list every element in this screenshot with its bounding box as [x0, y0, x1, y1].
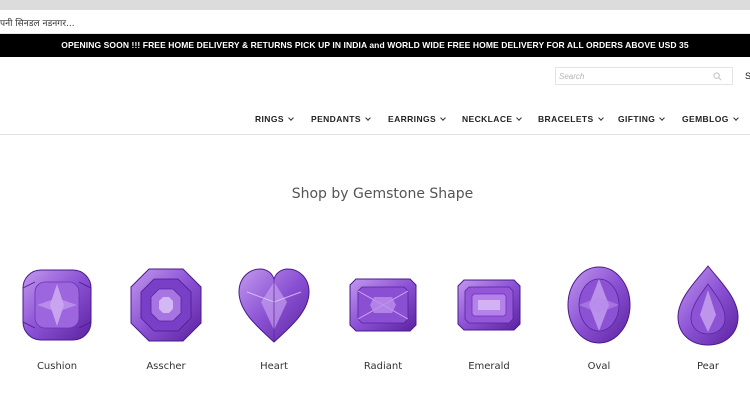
emerald-gem-icon — [457, 279, 521, 331]
search-button[interactable] — [706, 68, 728, 84]
pear-gem-icon — [677, 265, 739, 346]
shape-label: Oval — [587, 361, 611, 372]
chevron-down-icon — [597, 114, 604, 121]
main-nav: RINGS PENDANTS EARRINGS NECKLACE BRACELE… — [0, 112, 750, 126]
nav-item-pendants[interactable]: PENDANTS — [311, 112, 371, 126]
shape-item-emerald[interactable]: Emerald — [444, 262, 534, 372]
nav-item-label: RINGS — [255, 114, 284, 124]
shape-item-pear[interactable]: Pear — [663, 262, 750, 372]
promo-text: OPENING SOON !!! FREE HOME DELIVERY & RE… — [61, 40, 689, 50]
chevron-down-icon — [440, 114, 446, 121]
shape-label: Pear — [696, 361, 720, 372]
oval-gem-icon — [567, 266, 631, 344]
site-header: S RINGS PENDANTS EARRINGS NECKLACE BRACE… — [0, 57, 750, 135]
chevron-down-icon — [365, 114, 371, 121]
nav-item-label: NECKLACE — [462, 114, 513, 124]
shape-label: Heart — [260, 361, 288, 372]
nav-item-label: PENDANTS — [311, 114, 361, 124]
search-icon — [712, 71, 721, 80]
nav-item-label: EARRINGS — [388, 114, 437, 124]
shape-item-radiant[interactable]: Radiant — [338, 262, 428, 372]
chevron-down-icon — [659, 114, 666, 121]
nav-item-label: GIFTING — [618, 114, 656, 124]
nav-item-necklace[interactable]: NECKLACE — [462, 112, 523, 126]
shape-label: Asscher — [146, 361, 186, 372]
browser-top-strip — [0, 0, 750, 10]
shape-item-cushion[interactable]: Cushion — [12, 262, 102, 372]
shape-item-oval[interactable]: Oval — [554, 262, 644, 372]
nav-item-earrings[interactable]: EARRINGS — [388, 112, 446, 126]
shape-label: Cushion — [36, 361, 78, 372]
header-cut-link[interactable]: S — [745, 71, 750, 81]
notice-text: पनी सिनडल नडनगर... — [0, 19, 75, 29]
shape-label: Emerald — [468, 361, 510, 372]
radiant-gem-icon — [349, 278, 417, 332]
nav-item-label: BRACELETS — [538, 114, 594, 124]
heart-gem-icon — [238, 268, 310, 343]
section-title: Shop by Gemstone Shape — [291, 186, 474, 202]
cushion-gem-icon — [22, 269, 92, 341]
asscher-gem-icon — [130, 268, 202, 342]
notice-bar: पनी सिनडल नडनगर... — [0, 10, 750, 34]
nav-item-label: GEMBLOG — [682, 114, 729, 124]
chevron-down-icon — [732, 114, 739, 121]
promo-bar: OPENING SOON !!! FREE HOME DELIVERY & RE… — [0, 34, 750, 57]
chevron-down-icon — [288, 114, 294, 121]
search-input[interactable] — [559, 70, 709, 83]
nav-item-gemblog[interactable]: GEMBLOG — [682, 112, 739, 126]
chevron-down-icon — [516, 114, 523, 121]
shape-item-asscher[interactable]: Asscher — [121, 262, 211, 372]
nav-item-gifting[interactable]: GIFTING — [618, 112, 666, 126]
shape-item-heart[interactable]: Heart — [229, 262, 319, 372]
nav-item-bracelets[interactable]: BRACELETS — [538, 112, 604, 126]
shape-label: Radiant — [363, 361, 403, 372]
nav-item-rings[interactable]: RINGS — [255, 112, 294, 126]
